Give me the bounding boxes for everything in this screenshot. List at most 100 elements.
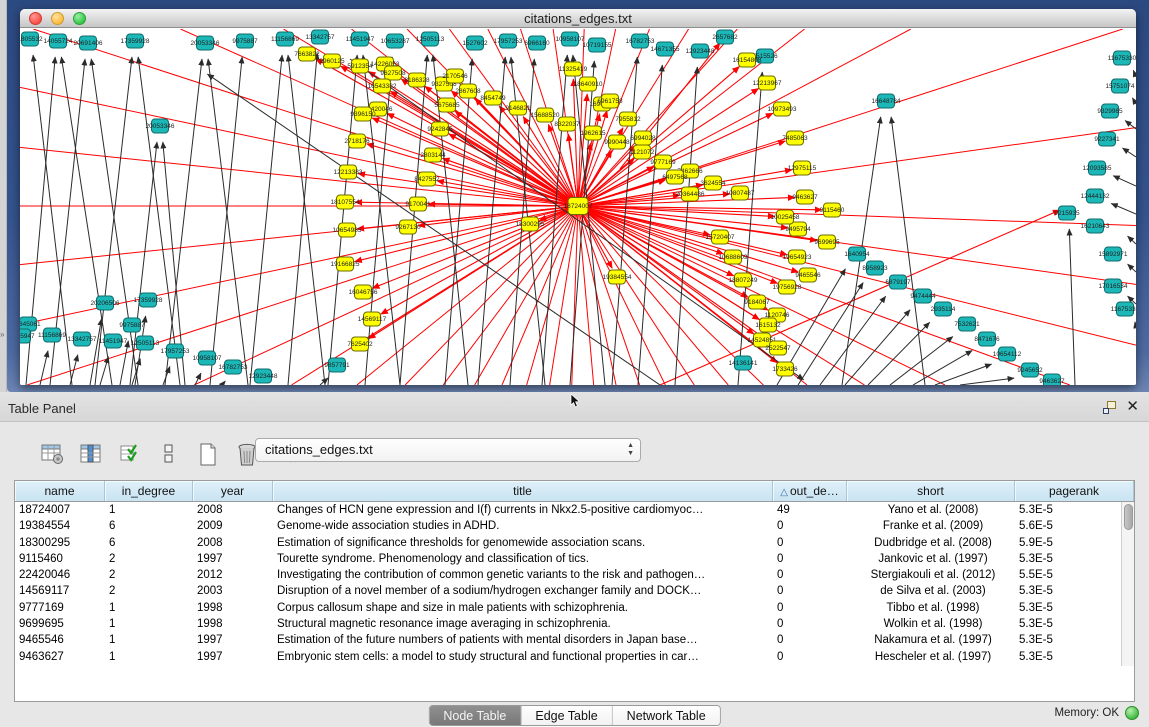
graph-node[interactable]: 8322037 — [554, 117, 580, 131]
graph-node[interactable]: 2867608 — [455, 84, 481, 98]
graph-node[interactable]: 9227341 — [1094, 132, 1120, 146]
graph-node[interactable]: 9146821 — [505, 101, 531, 115]
graph-node[interactable]: 7532621 — [954, 317, 980, 331]
graph-node[interactable]: 8186328 — [404, 73, 430, 87]
graph-node[interactable]: 5675685 — [434, 98, 460, 112]
graph-node[interactable]: 17359928 — [121, 34, 150, 48]
graph-node[interactable]: 8471676 — [974, 332, 1000, 346]
graph-node[interactable]: 10654985 — [333, 223, 362, 237]
column-header-in_degree[interactable]: in_degree — [105, 481, 193, 501]
graph-node[interactable]: 14055724 — [44, 34, 73, 48]
table-select-dropdown[interactable]: citations_edges.txt ▲▼ — [255, 438, 641, 462]
memory-status-indicator[interactable] — [1125, 706, 1139, 720]
row-height-button[interactable] — [157, 443, 181, 466]
table-row[interactable]: 946362711997Embryonic stem cells: a mode… — [15, 649, 1134, 665]
graph-node[interactable]: 2522547 — [765, 341, 791, 355]
tab-edge-table[interactable]: Edge Table — [521, 706, 612, 725]
new-table-button[interactable] — [196, 443, 220, 466]
show-columns-button[interactable] — [79, 443, 103, 466]
graph-node[interactable]: 9975887 — [232, 34, 258, 48]
graph-node[interactable]: 17016534 — [1099, 279, 1128, 293]
network-window[interactable]: citations_edges.txt 18055321405572420691… — [20, 9, 1136, 385]
graph-node[interactable]: 1121072 — [630, 145, 655, 159]
table-row[interactable]: 977716911998Corpus callosum shape and si… — [15, 600, 1134, 616]
float-panel-icon[interactable] — [1103, 401, 1117, 414]
graph-node[interactable]: 1527602 — [462, 36, 488, 50]
graph-node[interactable]: 9245652 — [1017, 363, 1043, 377]
graph-node[interactable]: 9465546 — [795, 268, 821, 282]
tab-node-table[interactable]: Node Table — [429, 706, 521, 725]
graph-node[interactable]: 10653287 — [381, 34, 410, 48]
graph-node[interactable]: 3624554 — [700, 176, 726, 190]
graph-node[interactable]: 15688520 — [531, 108, 560, 122]
graph-node[interactable]: 9474444 — [910, 289, 936, 303]
graph-node[interactable]: 12444132 — [1081, 189, 1110, 203]
graph-node[interactable]: 15892971 — [1099, 247, 1128, 261]
column-header-pagerank[interactable]: pagerank — [1015, 481, 1134, 501]
table-row[interactable]: 2242004622012Investigating the contribut… — [15, 567, 1134, 583]
citation-network-graph[interactable]: 1805532140557242069140617359928200533469… — [20, 29, 1136, 385]
select-all-columns-button[interactable] — [118, 443, 142, 466]
table-row[interactable]: 1456911722003Disruption of a novel membe… — [15, 583, 1134, 599]
graph-node[interactable]: 13342757 — [306, 30, 335, 44]
graph-node[interactable]: 9857791 — [324, 358, 350, 372]
graph-node[interactable]: 2803144 — [420, 148, 446, 162]
graph-node[interactable]: 7955812 — [615, 112, 641, 126]
graph-node[interactable]: 19654923 — [783, 250, 812, 264]
table-row[interactable]: 969969511998Structural magnetic resonanc… — [15, 616, 1134, 632]
column-header-year[interactable]: year — [193, 481, 273, 501]
graph-node[interactable]: 10958107 — [193, 351, 222, 365]
graph-node[interactable]: 16210643 — [1081, 219, 1110, 233]
graph-node[interactable]: 8958923 — [862, 261, 888, 275]
graph-node[interactable]: 11156869 — [271, 32, 299, 46]
graph-node[interactable]: 9699695 — [814, 235, 840, 249]
table-row[interactable]: 1830029562008Estimation of significance … — [15, 535, 1134, 551]
graph-node[interactable]: 6961758 — [597, 94, 623, 108]
graph-node[interactable]: 1733426 — [772, 362, 798, 376]
graph-node[interactable]: 10958107 — [556, 32, 585, 46]
graph-node[interactable]: 12505113 — [416, 32, 445, 46]
graph-node[interactable]: 12213383 — [334, 165, 363, 179]
graph-node[interactable]: 19166825 — [331, 257, 360, 271]
column-header-out_de[interactable]: △out_de… — [773, 481, 847, 501]
graph-node[interactable]: 11156869 — [38, 328, 66, 342]
table-row[interactable]: 911546021997Tourette syndrome. Phenomeno… — [15, 551, 1134, 567]
graph-node[interactable]: 14569117 — [358, 312, 387, 326]
table-row[interactable]: 1938455462009Genome-wide association stu… — [15, 518, 1134, 534]
graph-node[interactable]: 15751074 — [1106, 79, 1135, 93]
collapsed-panel-strip[interactable]: » — [0, 0, 7, 392]
graph-node[interactable]: 12093585 — [1083, 161, 1112, 175]
graph-node[interactable]: 6994028 — [630, 131, 656, 145]
graph-node[interactable]: 1805532 — [20, 32, 43, 46]
graph-node[interactable]: 11451947 — [99, 334, 128, 348]
table-row[interactable]: 946554611997Estimation of the future num… — [15, 632, 1134, 648]
column-header-title[interactable]: title — [273, 481, 773, 501]
graph-node[interactable]: 18107554 — [331, 195, 360, 209]
network-canvas[interactable]: 1805532140557242069140617359928200533469… — [20, 29, 1136, 385]
graph-node[interactable]: 14136141 — [729, 356, 758, 370]
column-header-short[interactable]: short — [847, 481, 1015, 501]
graph-node[interactable]: 1640954 — [844, 247, 870, 261]
panel-expand-chevron-icon[interactable]: » — [0, 330, 4, 339]
graph-node[interactable]: 5912354 — [347, 59, 373, 73]
graph-node[interactable]: 11675330 — [1108, 51, 1136, 65]
graph-node[interactable]: 9463627 — [792, 190, 818, 204]
graph-node[interactable]: 2170546 — [442, 69, 468, 83]
graph-node[interactable]: 7485063 — [782, 131, 808, 145]
graph-node[interactable]: 17957253 — [161, 344, 190, 358]
scrollbar-thumb[interactable] — [1124, 504, 1133, 530]
graph-node[interactable]: 10719155 — [583, 38, 612, 52]
close-panel-icon[interactable]: ✕ — [1126, 397, 1139, 415]
graph-node[interactable]: 11675330 — [1111, 302, 1136, 316]
graph-node[interactable]: 9329965 — [1097, 104, 1123, 118]
graph-node[interactable]: 20691406 — [74, 36, 103, 50]
graph-node[interactable]: 17957253 — [494, 34, 523, 48]
graph-node[interactable]: 9975887 — [119, 318, 145, 332]
graph-node[interactable]: 9170041 — [405, 197, 431, 211]
graph-node[interactable]: 6966160 — [524, 36, 550, 50]
graph-node[interactable]: 13342757 — [68, 332, 97, 346]
graph-node[interactable]: 2718176 — [344, 134, 370, 148]
table-row[interactable]: 1872400712008Changes of HCN gene express… — [15, 502, 1134, 518]
column-header-name[interactable]: name — [15, 481, 105, 501]
graph-node[interactable]: 2935114 — [931, 302, 956, 316]
